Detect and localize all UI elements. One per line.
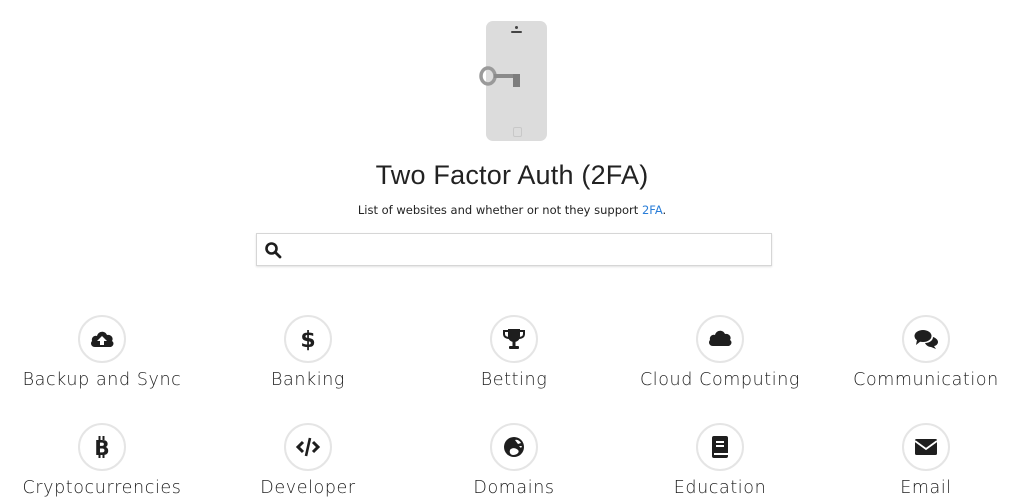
cloud-upload-icon bbox=[91, 331, 114, 347]
category-icon-circle bbox=[696, 423, 744, 471]
category-label: Betting bbox=[480, 370, 548, 390]
page-title: Two Factor Auth (2FA) bbox=[375, 160, 649, 190]
category-cryptocurrencies[interactable]: B Cryptocurrencies bbox=[0, 423, 204, 498]
category-label: Email bbox=[900, 478, 952, 498]
category-icon-circle bbox=[696, 315, 744, 363]
book-icon bbox=[712, 436, 728, 458]
svg-text:B: B bbox=[94, 436, 109, 460]
category-label: Cloud Computing bbox=[639, 370, 801, 390]
svg-text:$: $ bbox=[300, 328, 315, 352]
envelope-icon bbox=[914, 439, 938, 455]
search-input[interactable] bbox=[289, 234, 771, 267]
category-label: Banking bbox=[270, 370, 346, 390]
category-label: Developer bbox=[260, 478, 356, 498]
category-icon-circle bbox=[902, 423, 950, 471]
category-icon-circle: $ bbox=[284, 315, 332, 363]
category-label: Education bbox=[673, 478, 767, 498]
category-icon-circle bbox=[284, 423, 332, 471]
category-betting[interactable]: Betting bbox=[412, 315, 616, 390]
2fa-link[interactable]: 2FA bbox=[642, 203, 663, 217]
subtitle-text: List of websites and whether or not they… bbox=[357, 203, 642, 217]
phone-camera bbox=[515, 26, 518, 29]
category-icon-circle bbox=[902, 315, 950, 363]
subtitle-period: . bbox=[662, 203, 667, 217]
key-icon bbox=[479, 66, 520, 87]
dollar-icon: $ bbox=[300, 328, 315, 352]
category-backup-and-sync[interactable]: Backup and Sync bbox=[0, 315, 204, 390]
category-icon-circle bbox=[78, 315, 126, 363]
code-icon bbox=[295, 437, 321, 457]
search-box[interactable] bbox=[256, 233, 772, 267]
category-label: Cryptocurrencies bbox=[22, 478, 182, 498]
category-cloud-computing[interactable]: Cloud Computing bbox=[618, 315, 822, 390]
search-icon bbox=[265, 242, 282, 259]
category-domains[interactable]: Domains bbox=[412, 423, 616, 498]
category-banking[interactable]: $ Banking bbox=[206, 315, 410, 390]
category-email[interactable]: Email bbox=[824, 423, 1024, 498]
category-icon-circle bbox=[490, 315, 538, 363]
category-label: Domains bbox=[473, 478, 555, 498]
comments-icon bbox=[914, 330, 938, 349]
category-icon-circle: B bbox=[78, 423, 126, 471]
category-icon-circle bbox=[490, 423, 538, 471]
category-label: Backup and Sync bbox=[22, 370, 182, 390]
category-communication[interactable]: Communication bbox=[824, 315, 1024, 390]
cloud-icon bbox=[709, 330, 732, 346]
phone-home-button bbox=[513, 127, 522, 137]
phone-speaker bbox=[511, 31, 522, 33]
bitcoin-icon: B bbox=[94, 436, 110, 460]
category-developer[interactable]: Developer bbox=[206, 423, 410, 498]
category-label: Communication bbox=[853, 370, 999, 390]
page-subtitle: List of websites and whether or not they… bbox=[0, 203, 1024, 217]
globe-icon bbox=[504, 437, 524, 457]
trophy-icon bbox=[503, 329, 525, 349]
category-education[interactable]: Education bbox=[618, 423, 822, 498]
